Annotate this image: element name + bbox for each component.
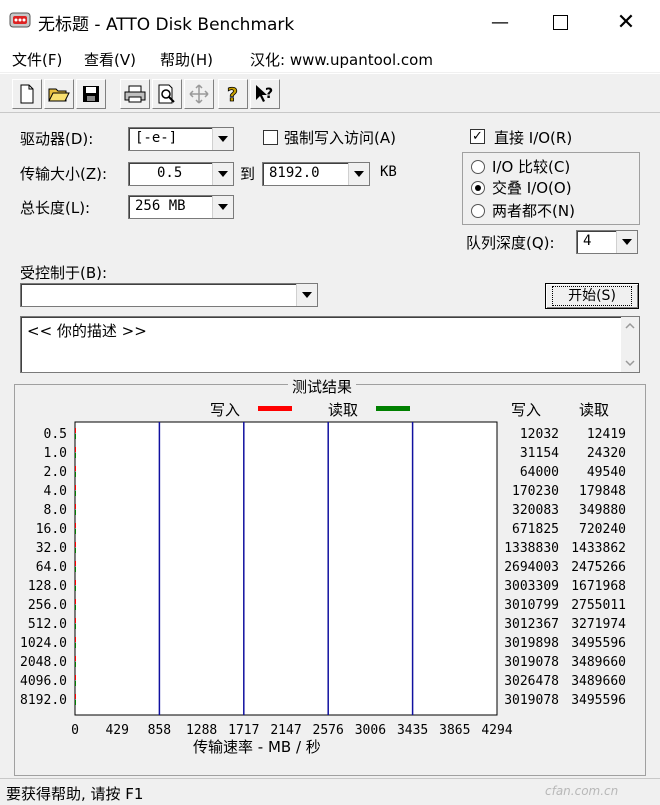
- transfer-from-value: 0.5: [157, 165, 183, 181]
- watermark: cfan.com.cn: [545, 784, 619, 798]
- description-scrollbar[interactable]: [621, 317, 639, 372]
- direct-io-label: 直接 I/O(R): [494, 129, 573, 147]
- transfer-size-label: 传输大小(Z):: [20, 165, 108, 183]
- print-icon: [124, 85, 146, 103]
- description-text: << 你的描述 >>: [27, 322, 147, 340]
- new-button[interactable]: [12, 79, 42, 109]
- legend-read-label: 读取: [328, 401, 359, 419]
- menu-localization[interactable]: 汉化: www.upantool.com: [250, 49, 433, 70]
- help-icon: ?: [227, 84, 239, 104]
- open-button[interactable]: [44, 79, 74, 109]
- start-button-label: 开始(S): [552, 286, 632, 306]
- status-bar: 要获得帮助, 请按 F1 cfan.com.cn: [0, 778, 660, 805]
- about-button[interactable]: ?: [218, 79, 248, 109]
- menu-file[interactable]: 文件(F): [12, 49, 62, 70]
- chevron-down-icon: [212, 196, 233, 218]
- menu-view[interactable]: 查看(V): [84, 49, 136, 70]
- toolbar: ? ?: [0, 73, 660, 113]
- move-button[interactable]: [184, 79, 214, 109]
- queue-depth-select[interactable]: 4: [576, 230, 638, 254]
- open-icon: [48, 88, 70, 102]
- force-write-label: 强制写入访问(A): [284, 129, 396, 147]
- column-write-header: 写入: [511, 401, 542, 419]
- total-length-value: 256 MB: [135, 198, 186, 214]
- drive-select[interactable]: [-e-]: [128, 127, 234, 151]
- legend-write-swatch: [258, 406, 292, 411]
- menu-bar: 文件(F) 查看(V) 帮助(H) 汉化: www.upantool.com: [0, 44, 660, 72]
- menu-help[interactable]: 帮助(H): [160, 49, 213, 70]
- maximize-icon: [552, 14, 568, 30]
- scroll-up-icon: [625, 322, 635, 329]
- minimize-button[interactable]: —: [477, 0, 523, 44]
- scroll-down-icon: [625, 360, 635, 367]
- controlled-by-label: 受控制于(B):: [20, 264, 108, 282]
- transfer-to-select[interactable]: 8192.0: [262, 162, 370, 186]
- chevron-down-icon: [296, 284, 317, 306]
- column-read-header: 读取: [579, 401, 610, 419]
- svg-text:?: ?: [265, 86, 273, 102]
- direct-io-checkbox[interactable]: ✓: [470, 129, 485, 144]
- chevron-down-icon: [212, 163, 233, 185]
- title-bar: 无标题 - ATTO Disk Benchmark — ✕: [0, 0, 660, 44]
- print-button[interactable]: [120, 79, 150, 109]
- legend-read-swatch: [376, 406, 410, 411]
- results-title: 测试结果: [288, 376, 357, 397]
- window-title: 无标题 - ATTO Disk Benchmark: [38, 15, 295, 35]
- app-icon: [9, 12, 31, 28]
- description-field[interactable]: << 你的描述 >>: [20, 316, 640, 373]
- total-length-select[interactable]: 256 MB: [128, 195, 234, 219]
- preview-icon: [158, 84, 175, 104]
- queue-depth-label: 队列深度(Q):: [466, 234, 555, 252]
- transfer-from-select[interactable]: 0.5: [128, 162, 234, 186]
- move-icon: [189, 84, 209, 104]
- status-text: 要获得帮助, 请按 F1: [6, 785, 144, 803]
- overlapped-io-radio[interactable]: [471, 181, 485, 195]
- neither-radio[interactable]: [471, 204, 485, 218]
- neither-label: 两者都不(N): [492, 202, 575, 220]
- chevron-down-icon: [212, 128, 233, 150]
- save-button[interactable]: [76, 79, 106, 109]
- force-write-checkbox[interactable]: [263, 130, 278, 145]
- new-icon: [20, 84, 34, 104]
- print-preview-button[interactable]: [152, 79, 182, 109]
- drive-value: [-e-]: [135, 130, 178, 146]
- context-help-icon: ?: [256, 85, 273, 102]
- io-compare-label: I/O 比较(C): [492, 158, 571, 176]
- svg-text:?: ?: [227, 84, 238, 104]
- overlapped-io-label: 交叠 I/O(O): [492, 179, 572, 197]
- minimize-icon: —: [491, 11, 509, 33]
- context-help-button[interactable]: ?: [250, 79, 280, 109]
- transfer-to-label: 到: [240, 165, 256, 183]
- io-compare-radio[interactable]: [471, 160, 485, 174]
- close-icon: ✕: [616, 9, 636, 35]
- queue-depth-value: 4: [583, 233, 592, 249]
- close-button[interactable]: ✕: [603, 0, 649, 44]
- start-button[interactable]: 开始(S): [545, 283, 639, 309]
- legend-write-label: 写入: [210, 401, 241, 419]
- controlled-by-select[interactable]: [20, 283, 318, 307]
- chevron-down-icon: [616, 231, 637, 253]
- save-icon: [83, 86, 99, 102]
- drive-label: 驱动器(D):: [20, 130, 94, 148]
- transfer-unit: KB: [380, 164, 397, 180]
- maximize-button[interactable]: [537, 0, 583, 44]
- results-group: [14, 384, 646, 776]
- total-length-label: 总长度(L):: [20, 199, 91, 217]
- x-axis-label: 传输速率 - MB / 秒: [193, 738, 321, 756]
- chevron-down-icon: [348, 163, 369, 185]
- transfer-to-value: 8192.0: [269, 165, 320, 181]
